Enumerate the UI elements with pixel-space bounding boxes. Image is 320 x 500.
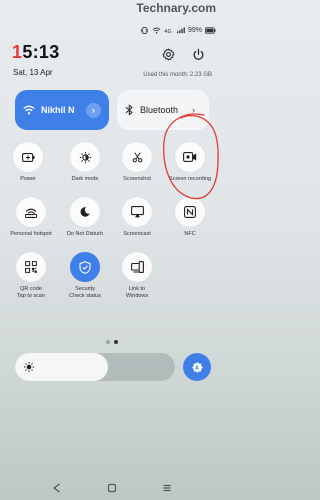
auto-brightness-button[interactable]: A [183,353,211,381]
clock: 15:13 [12,42,60,63]
brightness-slider[interactable] [15,353,175,381]
bluetooth-tile[interactable]: Bluetooth › [117,90,209,130]
dark-mode-icon [79,151,91,163]
clock-first-digit: 1 [12,42,23,62]
toggle-circle[interactable] [16,252,46,282]
back-icon[interactable] [52,483,62,493]
toggle-dark-mode[interactable]: Dark mode [62,142,108,183]
toggle-circle[interactable] [122,252,152,282]
toggle-screen-recording[interactable]: Screen recording [167,142,213,183]
signal-icon [176,27,185,34]
clock-rest: 5:13 [22,42,60,62]
toggle-label: Screencast [123,231,151,237]
toggle-do-not-disturb[interactable]: Do Not Disturb [62,197,108,238]
wifi-icon [152,27,161,34]
page-dot-current [114,340,118,344]
chevron-right-icon: › [92,105,95,115]
page-dot [106,340,110,344]
toggle-sublabel: Tap to scan [16,293,46,299]
moon-icon [80,207,90,217]
toggle-screencast[interactable]: Screencast [114,197,160,238]
svg-text:4G: 4G [164,29,171,34]
battery-saver-icon [21,152,34,162]
home-icon[interactable] [107,483,117,493]
toggle-nfc[interactable]: NFC [167,197,213,238]
toggle-security[interactable]: Security Check status [62,252,108,300]
hotspot-icon [25,208,37,218]
navigation-bar [0,476,224,500]
status-bar: 4G 99% [140,27,216,34]
screen-recording-icon [183,152,197,162]
bluetooth-expand-button[interactable]: › [186,103,201,118]
toggle-personal-hotspot[interactable]: Personal hotspot [8,197,54,238]
nfc-icon [184,206,196,218]
auto-brightness-icon: A [191,361,203,373]
toggle-screenshot[interactable]: Screenshot [114,142,160,183]
wifi-expand-button[interactable]: › [86,102,101,118]
volte-icon: 4G [164,29,171,34]
toggle-label: Link to Windows [125,286,149,299]
qr-code-icon [25,261,37,273]
vibrate-icon [141,27,148,34]
toggle-circle[interactable] [175,142,205,172]
toggle-circle[interactable] [122,142,152,172]
toggle-circle[interactable] [122,197,152,227]
date-label: Sat, 13 Apr [13,68,53,77]
toggle-label: Screen recording [169,176,211,182]
wifi-tile[interactable]: Nikhil N › [15,90,109,130]
toggle-label: Power [20,176,36,182]
svg-text:A: A [195,365,199,371]
bluetooth-icon [125,104,133,116]
battery-icon [205,27,216,34]
toggle-label: Screenshot [123,176,151,182]
toggle-circle[interactable] [70,142,100,172]
toggle-label: Dark mode [71,176,99,182]
toggle-label: QR code [20,286,42,292]
toggle-circle[interactable] [175,197,205,227]
toggle-power-saving[interactable]: Power [5,142,51,183]
toggle-circle[interactable] [70,197,100,227]
toggle-circle[interactable] [13,142,43,172]
power-icon [193,48,203,60]
toggle-circle[interactable] [16,197,46,227]
power-button[interactable] [188,44,208,64]
data-usage-label: Used this month: 2.23 GB [143,72,212,78]
chevron-right-icon: › [192,105,195,115]
shield-icon [79,260,91,274]
watermark-text: Technary.com [136,1,216,15]
page-indicator [106,340,118,344]
gear-icon [162,48,174,60]
battery-percentage: 99% [187,27,202,34]
screencast-icon [130,206,144,218]
settings-button[interactable] [158,44,178,64]
toggle-qr-code[interactable]: QR code Tap to scan [8,252,54,300]
toggle-sublabel: Check status [69,293,101,299]
toggle-label: NFC [184,231,196,237]
sun-icon [24,362,34,372]
recents-icon[interactable] [162,483,172,493]
toggle-label: Do Not Disturb [66,231,104,237]
toggle-circle[interactable] [70,252,100,282]
toggle-link-to-windows[interactable]: Link to Windows [114,252,160,300]
wifi-network-label: Nikhil N [41,105,75,115]
wifi-icon [23,105,35,115]
screenshot-icon [132,151,142,162]
toggle-label: Personal hotspot [10,231,52,237]
toggle-label: Security [75,286,95,292]
link-to-windows-icon [130,261,144,273]
bluetooth-label: Bluetooth [140,105,179,115]
